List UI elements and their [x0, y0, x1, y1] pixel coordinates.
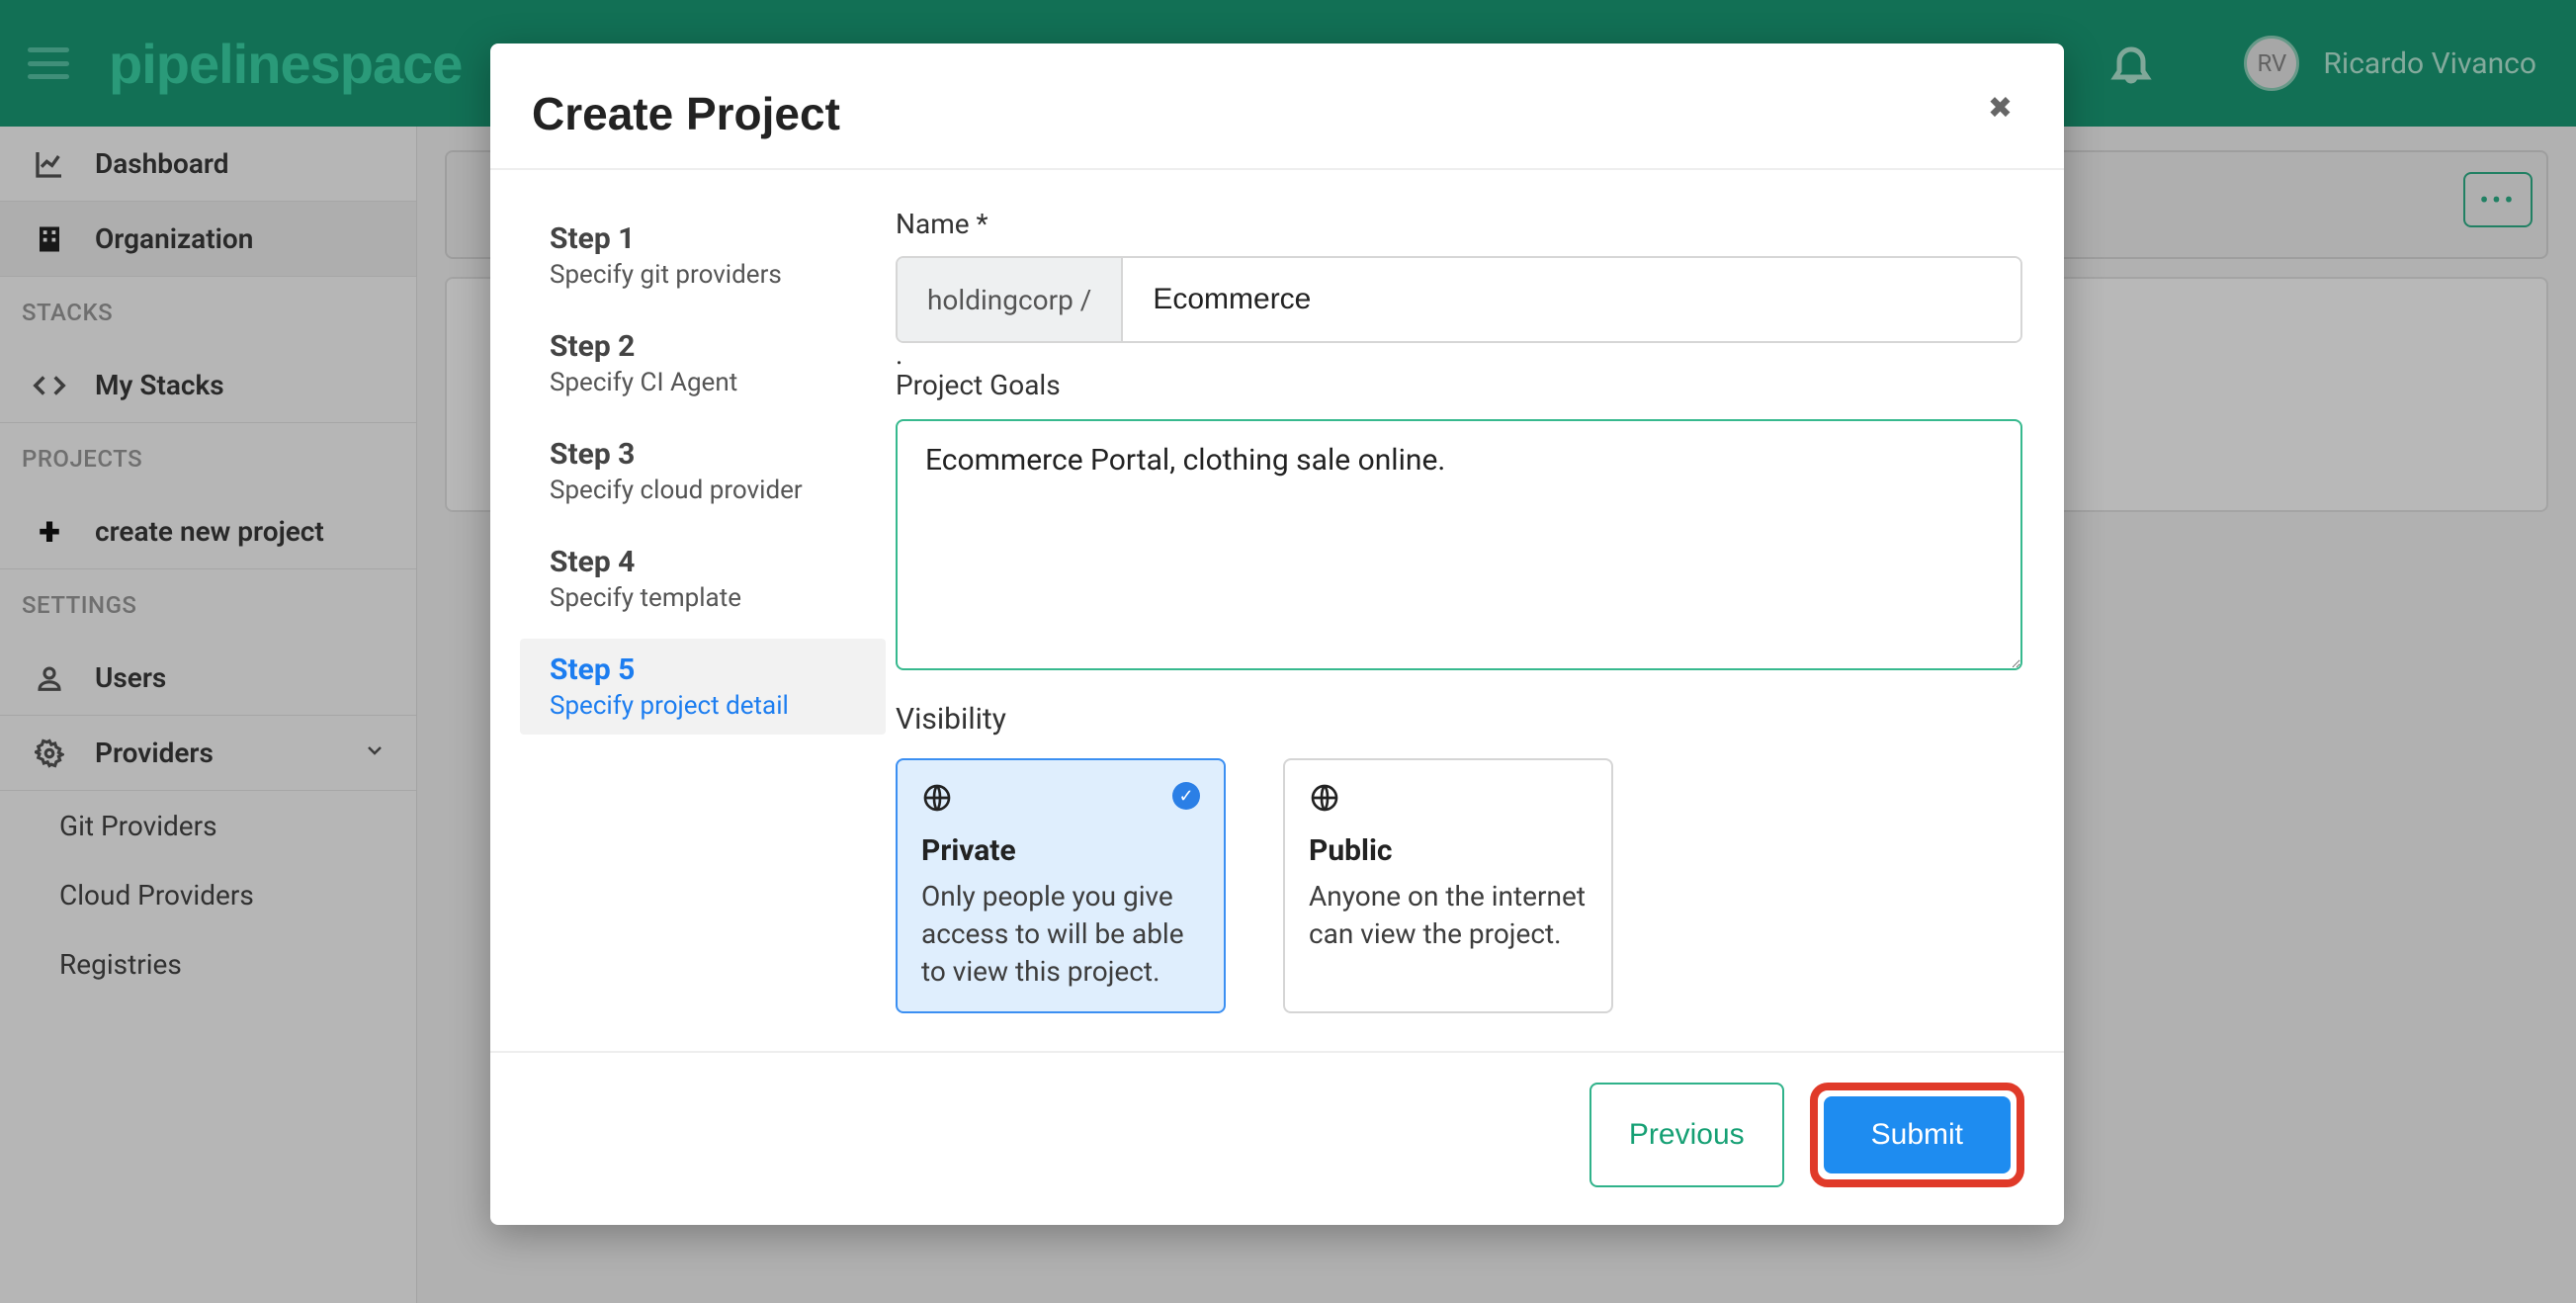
name-input-group: holdingcorp / — [896, 256, 2022, 343]
visibility-card-title: Private — [921, 833, 1200, 868]
helper-dot: . — [896, 351, 2022, 359]
previous-button[interactable]: Previous — [1589, 1083, 1784, 1187]
wizard-steps: Step 1 Specify git providers Step 2 Spec… — [520, 208, 886, 1013]
step-title: Step 3 — [550, 437, 856, 472]
step-title: Step 4 — [550, 545, 856, 579]
wizard-step-2[interactable]: Step 2 Specify CI Agent — [520, 315, 886, 411]
visibility-card-desc: Anyone on the internet can view the proj… — [1309, 878, 1588, 953]
create-project-modal: Create Project ✖ Step 1 Specify git prov… — [490, 43, 2064, 1225]
wizard-step-3[interactable]: Step 3 Specify cloud provider — [520, 423, 886, 519]
step-subtitle: Specify cloud provider — [550, 476, 856, 505]
wizard-step-1[interactable]: Step 1 Specify git providers — [520, 208, 886, 304]
step-subtitle: Specify git providers — [550, 260, 856, 290]
visibility-card-desc: Only people you give access to will be a… — [921, 878, 1200, 990]
wizard-step-5[interactable]: Step 5 Specify project detail — [520, 639, 886, 735]
name-prefix: holdingcorp / — [898, 258, 1123, 341]
step-subtitle: Specify CI Agent — [550, 368, 856, 397]
project-goals-textarea[interactable] — [896, 419, 2022, 670]
modal-footer: Previous Submit — [490, 1051, 2064, 1225]
check-icon: ✓ — [1172, 782, 1200, 810]
visibility-card-title: Public — [1309, 833, 1588, 868]
step-title: Step 2 — [550, 329, 856, 364]
project-detail-form: Name * holdingcorp / . Project Goals Vis… — [886, 208, 2022, 1013]
step-title: Step 5 — [550, 652, 856, 687]
step-subtitle: Specify template — [550, 583, 856, 613]
wizard-step-4[interactable]: Step 4 Specify template — [520, 531, 886, 627]
step-title: Step 1 — [550, 221, 856, 256]
close-button[interactable]: ✖ — [1978, 87, 2022, 130]
visibility-label: Visibility — [896, 702, 2022, 737]
step-subtitle: Specify project detail — [550, 691, 856, 721]
project-name-input[interactable] — [1123, 258, 2020, 341]
name-label: Name * — [896, 208, 2022, 240]
goals-label: Project Goals — [896, 369, 2022, 401]
submit-highlight: Submit — [1810, 1083, 2024, 1187]
visibility-option-private[interactable]: ✓ Private Only people you give access to… — [896, 758, 1226, 1013]
submit-button[interactable]: Submit — [1824, 1096, 2011, 1173]
visibility-option-public[interactable]: Public Anyone on the internet can view t… — [1283, 758, 1613, 1013]
globe-icon — [1309, 782, 1340, 814]
globe-icon — [921, 782, 953, 814]
modal-title: Create Project — [532, 87, 840, 140]
